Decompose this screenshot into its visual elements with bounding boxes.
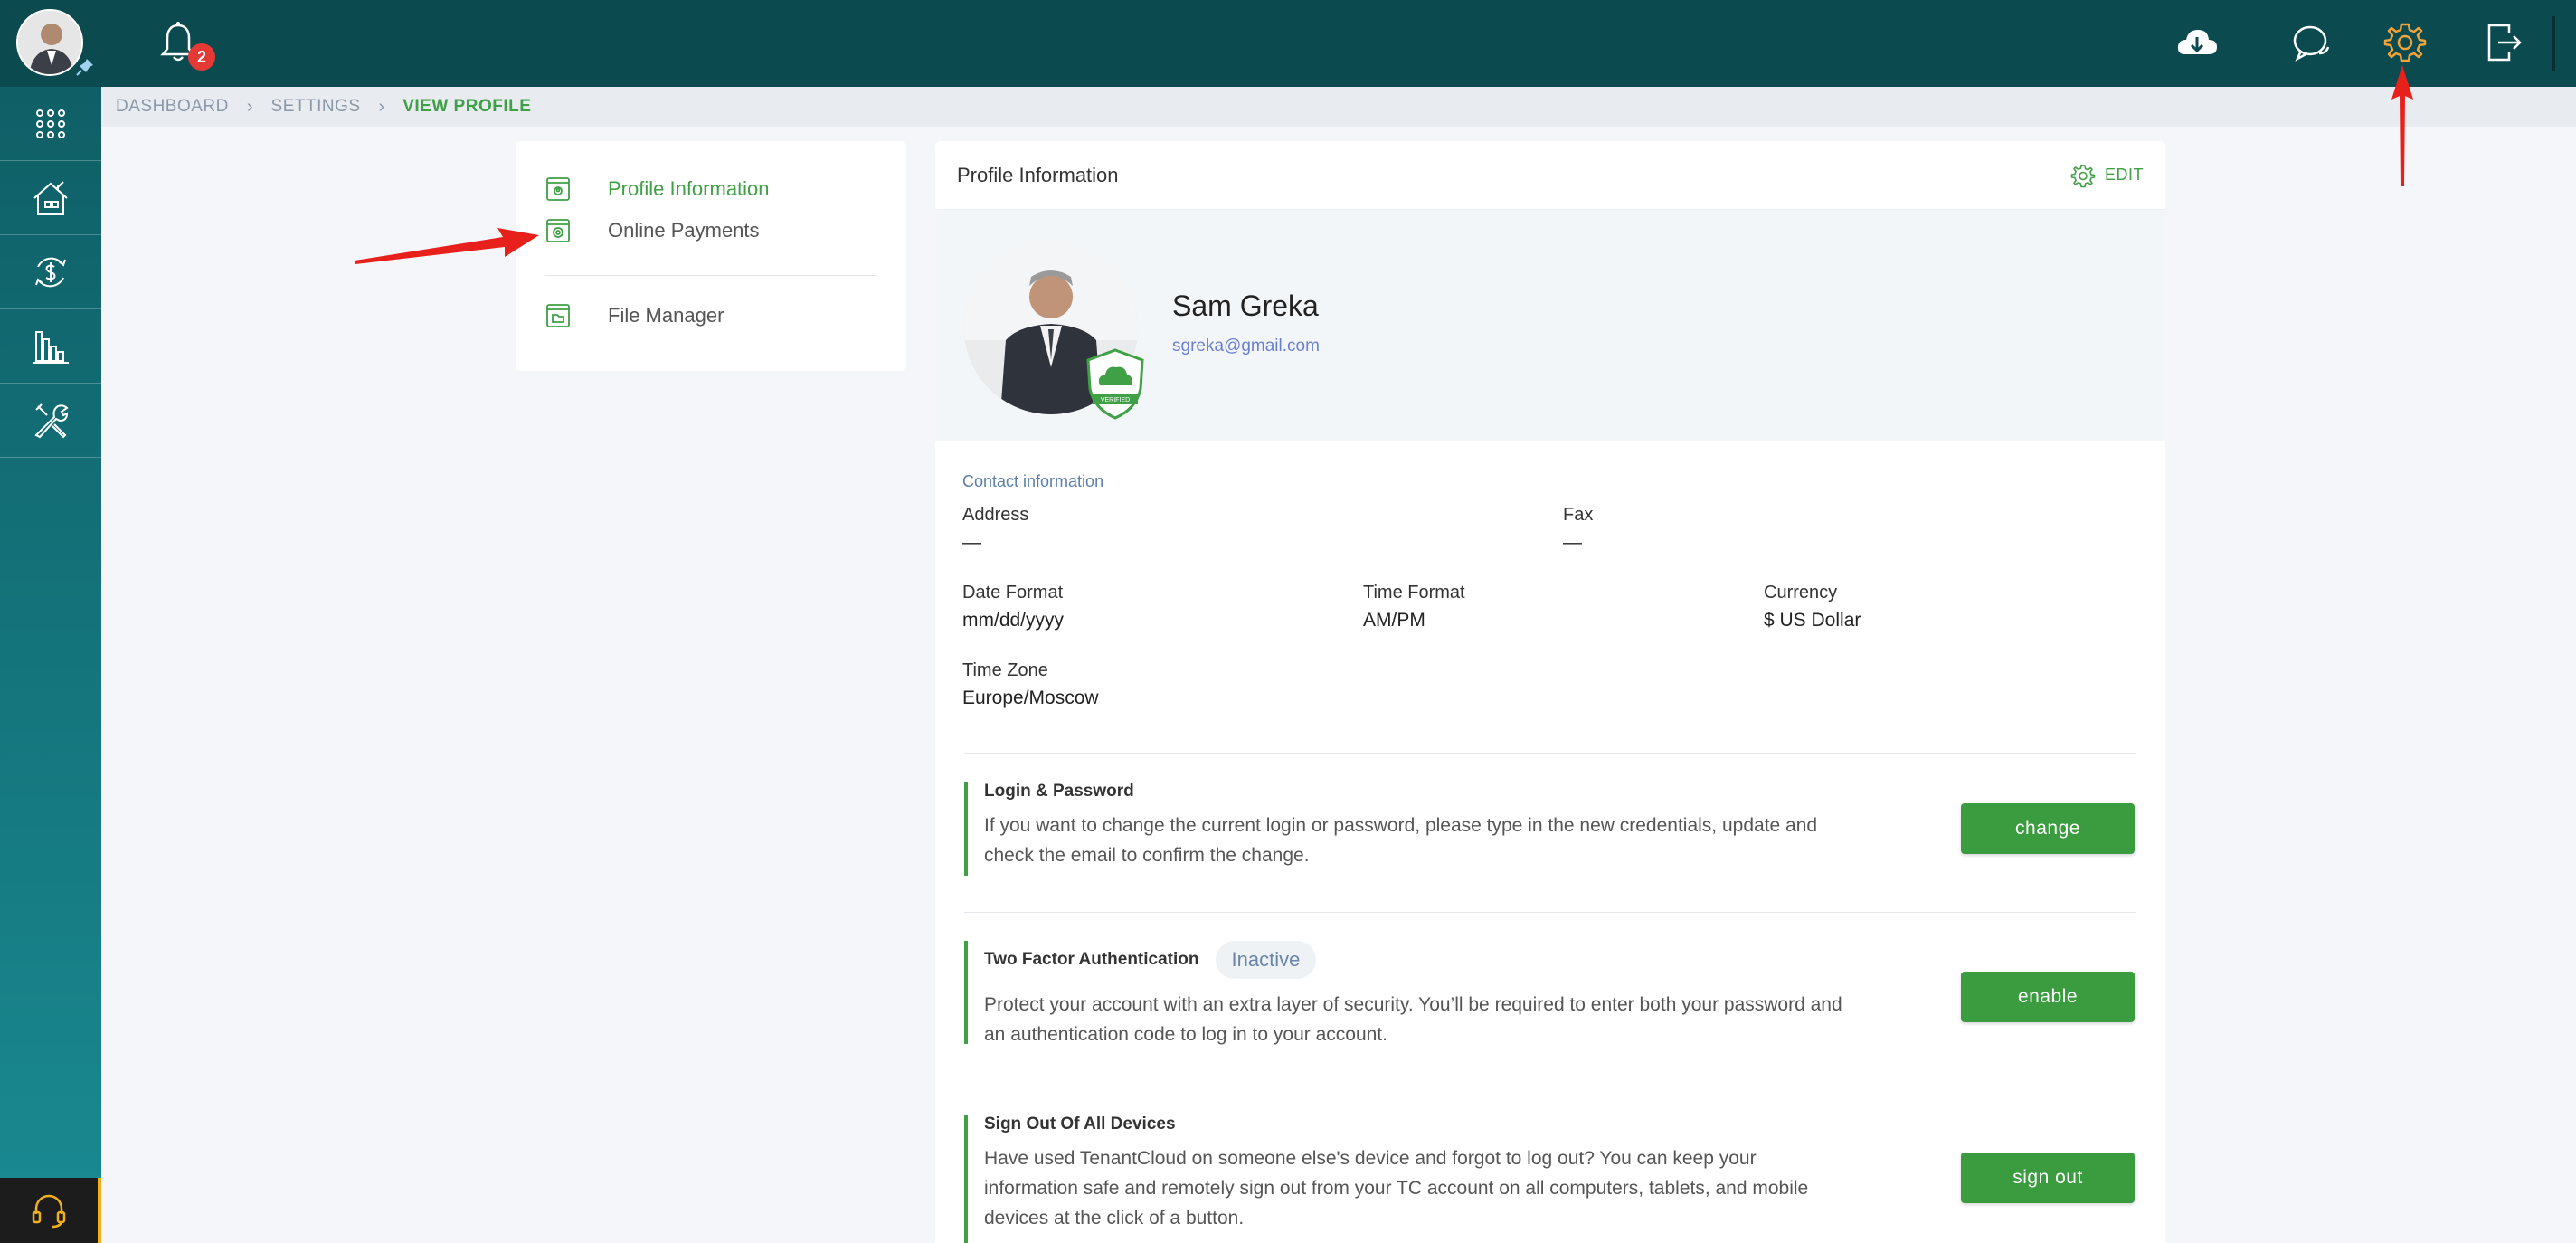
apps-grid-icon	[36, 109, 65, 138]
gear-icon[interactable]	[2382, 20, 2428, 65]
currency-label: Currency	[1764, 583, 1838, 603]
menu-divider	[545, 275, 877, 276]
date-format-value: mm/dd/yyyy	[962, 610, 1065, 631]
sidebar-item-payments[interactable]	[0, 235, 101, 309]
annotation-arrow-up	[2391, 65, 2413, 186]
currency-value: $ US Dollar	[1764, 610, 1861, 631]
notification-badge: 2	[188, 43, 215, 71]
breadcrumb-dashboard[interactable]: DASHBOARD	[116, 97, 229, 117]
divider	[964, 753, 2136, 754]
sidebar-item-apps[interactable]	[0, 87, 101, 161]
contact-section-label: Contact information	[962, 472, 1104, 490]
sidebar	[0, 87, 101, 1243]
chevron-right-icon: ›	[378, 96, 385, 117]
annotation-arrow-right	[355, 228, 539, 264]
menu-item-file-manager[interactable]: File Manager	[545, 302, 724, 329]
gear-icon	[2070, 164, 2096, 187]
timezone-label: Time Zone	[962, 660, 1048, 680]
payment-card-icon	[546, 219, 570, 242]
menu-item-label: Online Payments	[608, 219, 760, 242]
menu-item-label: File Manager	[608, 304, 724, 327]
enable-button[interactable]: enable	[1961, 972, 2135, 1022]
svg-text:VERIFIED: VERIFIED	[1101, 397, 1130, 403]
breadcrumb: DASHBOARD › SETTINGS › VIEW PROFILE	[101, 87, 2576, 127]
menu-item-label: Profile Information	[608, 177, 770, 200]
profile-email[interactable]: sgreka@gmail.com	[1172, 337, 1320, 356]
menu-item-online-payments[interactable]: Online Payments	[545, 217, 760, 244]
timezone-value: Europe/Moscow	[962, 688, 1099, 708]
divider	[964, 912, 2136, 913]
user-avatar-block[interactable]	[0, 0, 101, 87]
logout-icon[interactable]	[2482, 20, 2527, 65]
sign-out-button[interactable]: sign out	[1961, 1153, 2135, 1203]
edit-button[interactable]: EDIT	[2070, 163, 2144, 188]
sidebar-item-properties[interactable]	[0, 161, 101, 235]
profile-card: Profile Information EDIT VERIFIED Sam Gr…	[935, 141, 2165, 1243]
card-title: Profile Information	[957, 163, 1119, 186]
address-value: —	[962, 532, 981, 553]
fax-value: —	[1563, 532, 1582, 553]
properties-icon	[33, 180, 68, 215]
time-format-label: Time Format	[1363, 583, 1465, 603]
pin-icon	[76, 59, 93, 76]
sign-out-text: Have used TenantCloud on someone else's …	[984, 1148, 1809, 1229]
chat-icon[interactable]	[2288, 20, 2334, 65]
date-format-label: Date Format	[962, 583, 1064, 603]
payments-icon	[35, 257, 66, 287]
card-header: Profile Information EDIT	[935, 141, 2165, 210]
profile-header: VERIFIED Sam Greka sgreka@gmail.com	[935, 210, 2165, 441]
top-bar: 2	[101, 0, 2576, 87]
sidebar-item-support[interactable]	[0, 1178, 101, 1243]
address-label: Address	[962, 505, 1029, 525]
cloud-download-icon[interactable]	[2174, 20, 2220, 65]
reports-icon	[33, 330, 69, 364]
two-factor-text: Protect your account with an extra layer…	[984, 994, 1842, 1045]
verified-shield-icon: VERIFIED	[1086, 348, 1144, 420]
breadcrumb-settings[interactable]: SETTINGS	[271, 97, 361, 117]
sign-out-title: Sign Out Of All Devices	[984, 1115, 1176, 1134]
profile-menu: Profile Information Online Payments File…	[516, 141, 906, 371]
file-manager-icon	[546, 304, 570, 327]
change-button[interactable]: change	[1961, 803, 2135, 854]
headset-icon	[32, 1194, 66, 1229]
fax-label: Fax	[1563, 505, 1594, 525]
login-password-title: Login & Password	[984, 782, 1134, 801]
topbar-divider	[2552, 16, 2555, 71]
sidebar-item-tools[interactable]	[0, 384, 101, 458]
profile-card-icon	[546, 177, 570, 201]
edit-label: EDIT	[2104, 166, 2144, 184]
profile-name: Sam Greka	[1172, 289, 1319, 322]
menu-item-profile-information[interactable]: Profile Information	[545, 176, 770, 203]
tools-icon	[34, 403, 69, 438]
login-password-text: If you want to change the current login …	[984, 815, 1818, 866]
chevron-right-icon: ›	[246, 96, 253, 117]
status-badge: Inactive	[1215, 941, 1317, 979]
time-format-value: AM/PM	[1363, 610, 1425, 631]
sidebar-item-reports[interactable]	[0, 309, 101, 384]
avatar[interactable]	[16, 9, 83, 76]
two-factor-title: Two Factor Authentication	[984, 950, 1199, 969]
breadcrumb-view-profile: VIEW PROFILE	[402, 97, 532, 116]
